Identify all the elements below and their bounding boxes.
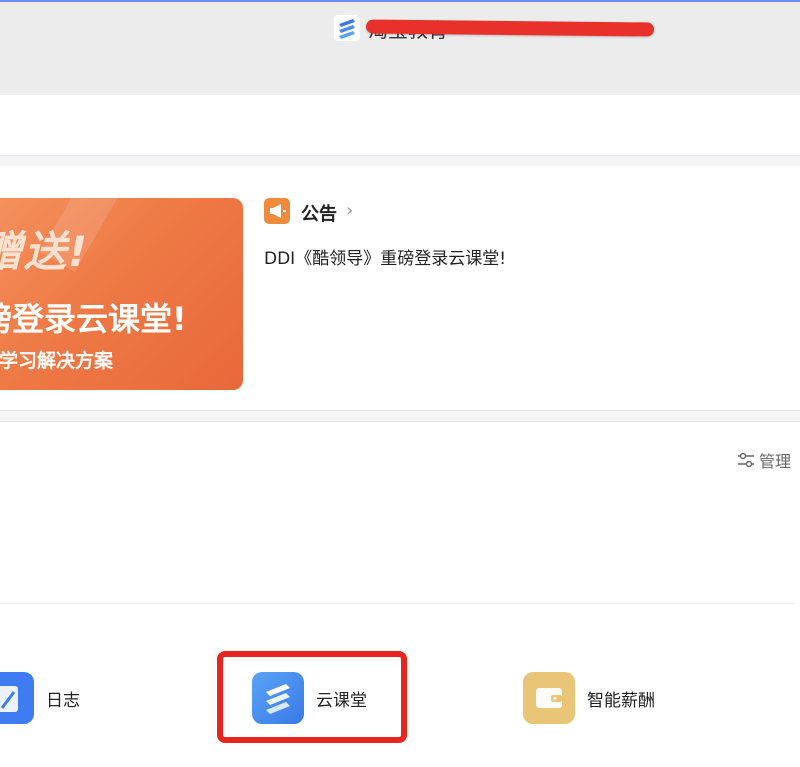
settings-sliders-icon — [738, 452, 754, 468]
promo-banner[interactable]: 赠送! 磅登录云课堂! 动学习解决方案 — [0, 198, 243, 390]
top-header-bar: 淘宝教育 — [0, 0, 800, 95]
section-separator — [0, 410, 800, 422]
app-log[interactable]: 日志 — [0, 672, 80, 724]
app-smart-salary[interactable]: 智能薪酬 — [523, 672, 655, 724]
banner-title: 磅登录云课堂! — [0, 300, 187, 338]
wallet-icon — [523, 672, 575, 724]
redaction-mark — [365, 19, 655, 37]
banner-headline: 赠送! — [0, 227, 90, 276]
notice-title[interactable]: 公告 — [301, 200, 337, 226]
manage-button[interactable]: 管理 — [737, 449, 791, 471]
manage-label: 管理 — [759, 452, 792, 471]
app-logo-icon — [334, 15, 360, 41]
section-separator — [0, 155, 800, 166]
app-label: 智能薪酬 — [587, 690, 655, 711]
notice-text[interactable]: DDI《酷领导》重磅登录云课堂! — [264, 244, 506, 269]
highlight-box — [217, 651, 407, 743]
megaphone-icon — [264, 198, 290, 224]
divider — [0, 603, 795, 604]
banner-subtitle: 动学习解决方案 — [0, 350, 114, 372]
app-label: 日志 — [46, 690, 80, 711]
log-icon — [0, 672, 34, 724]
chevron-right-icon[interactable]: › — [346, 200, 353, 221]
